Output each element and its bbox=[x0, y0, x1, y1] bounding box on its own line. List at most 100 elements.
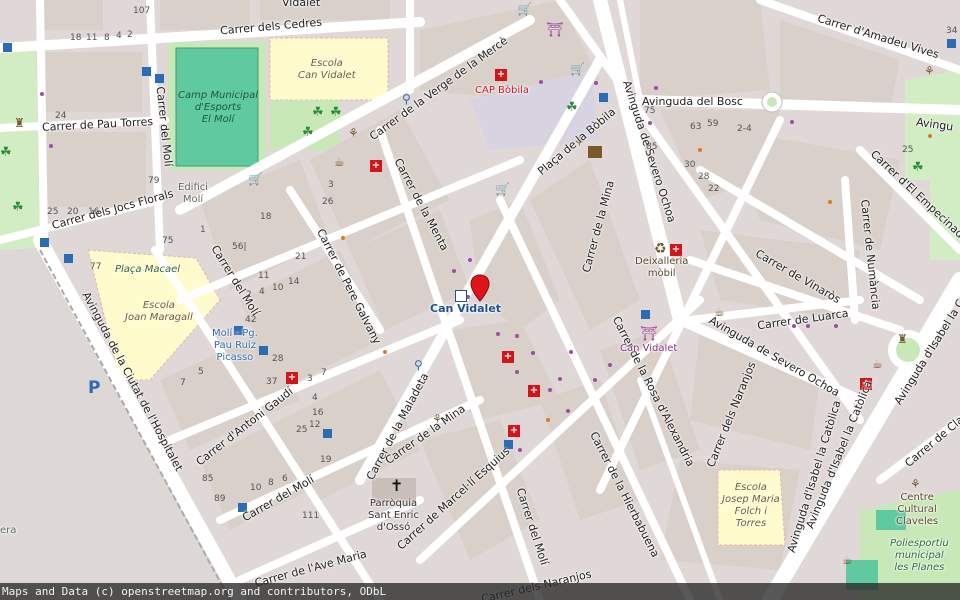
monument-icon[interactable]: ♜ bbox=[897, 332, 908, 346]
house-number: 75 bbox=[162, 236, 174, 246]
shopping-cart-icon[interactable]: 🛒 bbox=[495, 182, 510, 196]
house-number: 25 bbox=[296, 425, 308, 435]
poi-label-placa-macael: Plaça Macael bbox=[115, 264, 181, 275]
house-number: 16 bbox=[88, 207, 100, 217]
house-number: 85 bbox=[202, 474, 214, 484]
house-number: 2-4 bbox=[737, 124, 752, 134]
marketplace-icon[interactable]: ⛩ bbox=[640, 326, 658, 342]
poi-label-deixalleria: Deixalleria mòbil bbox=[635, 256, 689, 279]
shopping-cart-icon[interactable]: 🛒 bbox=[248, 172, 263, 186]
house-number: 5 bbox=[198, 367, 204, 377]
house-number: 75 bbox=[644, 106, 656, 116]
house-number: 56| bbox=[232, 242, 247, 252]
poi-label-moli-pg: Molí - Pg. Pau Ruiz Picasso bbox=[212, 328, 258, 363]
church-cross-icon[interactable]: ✝ bbox=[390, 478, 403, 494]
playground-icon[interactable]: ☘ bbox=[912, 160, 924, 175]
house-number: 89 bbox=[214, 494, 226, 504]
house-number: 18 bbox=[260, 212, 272, 222]
house-number: 4 bbox=[259, 287, 265, 297]
poi-label-poliesportiu: Poliesportiu municipal les Planes bbox=[890, 538, 949, 573]
house-number: 3 bbox=[328, 180, 334, 190]
playground-icon[interactable]: ☘ bbox=[312, 105, 324, 120]
location-marker-icon[interactable] bbox=[470, 274, 490, 302]
playground-icon[interactable]: ☘ bbox=[0, 145, 12, 160]
house-number: 63 bbox=[690, 122, 702, 132]
pharmacy-icon[interactable]: + bbox=[528, 385, 540, 397]
playground-icon[interactable]: ☘ bbox=[12, 200, 24, 215]
community-centre-icon[interactable]: ⚘ bbox=[924, 64, 935, 78]
cafe-icon[interactable]: ☕ bbox=[842, 553, 853, 567]
house-number: 30 bbox=[684, 160, 696, 170]
pharmacy-icon[interactable]: + bbox=[370, 160, 382, 172]
poi-label-camp-municipal: Camp Municipal d'Esports El Molí bbox=[178, 90, 258, 125]
cafe-icon[interactable]: ☕ bbox=[872, 357, 883, 371]
house-number: 111 bbox=[302, 511, 320, 521]
house-number: 77 bbox=[90, 262, 102, 272]
house-number: 7 bbox=[321, 368, 327, 378]
house-number: 2 bbox=[127, 30, 133, 40]
bus-stop-icon[interactable] bbox=[641, 310, 650, 319]
bus-stop-icon[interactable] bbox=[3, 43, 12, 52]
house-number: 22 bbox=[708, 184, 720, 194]
house-number: 28 bbox=[272, 354, 284, 364]
house-number: 25 bbox=[902, 145, 914, 155]
house-number: 42 bbox=[245, 315, 257, 325]
pharmacy-icon[interactable]: + bbox=[502, 351, 514, 363]
pharmacy-icon[interactable]: + bbox=[670, 244, 682, 256]
shopping-cart-icon[interactable]: 🛒 bbox=[517, 2, 532, 16]
parking-icon[interactable]: P bbox=[88, 380, 100, 397]
house-number: 34 bbox=[946, 26, 958, 36]
bus-stop-icon[interactable] bbox=[323, 429, 332, 438]
house-number: 2 bbox=[246, 290, 252, 300]
house-number: 3 bbox=[307, 374, 313, 384]
poi-label-era: era bbox=[0, 525, 17, 536]
house-number: 20 bbox=[67, 207, 79, 217]
house-number: 4 bbox=[312, 393, 318, 403]
marketplace-icon[interactable]: ⛩ bbox=[546, 22, 564, 38]
house-number: 10 bbox=[250, 483, 262, 493]
metro-label-can-vidalet[interactable]: Can Vidalet bbox=[430, 302, 501, 315]
bicycle-rental-icon[interactable]: ⚲ bbox=[414, 359, 428, 371]
pharmacy-icon[interactable]: + bbox=[508, 425, 520, 437]
bus-stop-icon[interactable] bbox=[64, 254, 73, 263]
recycling-icon[interactable]: ♻ bbox=[654, 241, 667, 257]
house-number: 11 bbox=[86, 33, 98, 43]
map-view[interactable]: + + + + + + + + ⚲ ⚲ P 🛒 🛒 🛒 🛒 ⛩ ⛩ ☘ ☘ ☘ … bbox=[0, 0, 960, 600]
house-number: 8 bbox=[268, 478, 274, 488]
house-number: 79 bbox=[148, 176, 160, 186]
house-number: 28 bbox=[698, 172, 710, 182]
playground-icon[interactable]: ☘ bbox=[302, 125, 314, 140]
house-number: 10 bbox=[272, 283, 284, 293]
shopping-cart-icon[interactable]: 🛒 bbox=[570, 62, 585, 76]
map-attribution: Maps and Data (c) openstreetmap.org and … bbox=[0, 583, 960, 600]
bus-stop-icon[interactable] bbox=[259, 346, 268, 355]
house-number: 1 bbox=[200, 225, 206, 235]
poi-label-can-vidalet-stop: Can Vidalet bbox=[620, 343, 678, 354]
playground-icon[interactable]: ☘ bbox=[566, 100, 578, 115]
poi-label-cap-bobila: CAP Bòbila bbox=[475, 85, 530, 96]
community-centre-icon[interactable]: ⚘ bbox=[910, 477, 921, 491]
bus-stop-icon[interactable] bbox=[142, 67, 151, 76]
community-centre-icon[interactable]: ⚘ bbox=[348, 126, 359, 140]
hospital-icon[interactable]: + bbox=[495, 69, 507, 81]
playground-icon[interactable]: ☘ bbox=[330, 105, 342, 120]
poi-label-centre-cultural: Centre Cultural Claveles bbox=[896, 492, 939, 527]
poi-label-escola-folch: Escola Josep Maria Folch i Torres bbox=[722, 482, 780, 529]
house-number: 107 bbox=[133, 6, 151, 16]
house-number: 6 bbox=[282, 474, 288, 484]
house-number: 18 bbox=[70, 33, 82, 43]
street-label: Vidalet bbox=[282, 0, 321, 9]
house-number: 37 bbox=[266, 377, 278, 387]
bus-stop-icon[interactable] bbox=[40, 238, 49, 247]
bus-stop-icon[interactable] bbox=[155, 74, 164, 83]
library-icon[interactable] bbox=[588, 146, 602, 158]
metro-station-icon[interactable] bbox=[455, 290, 467, 302]
house-number: 16 bbox=[312, 408, 324, 418]
house-number: 7 bbox=[180, 378, 186, 388]
monument-icon[interactable]: ♜ bbox=[14, 116, 25, 130]
bus-stop-icon[interactable] bbox=[599, 93, 608, 102]
house-number: 25 bbox=[47, 207, 59, 217]
bus-stop-icon[interactable] bbox=[947, 39, 956, 48]
pharmacy-icon[interactable]: + bbox=[286, 372, 298, 384]
cafe-icon[interactable]: ☕ bbox=[334, 155, 345, 169]
